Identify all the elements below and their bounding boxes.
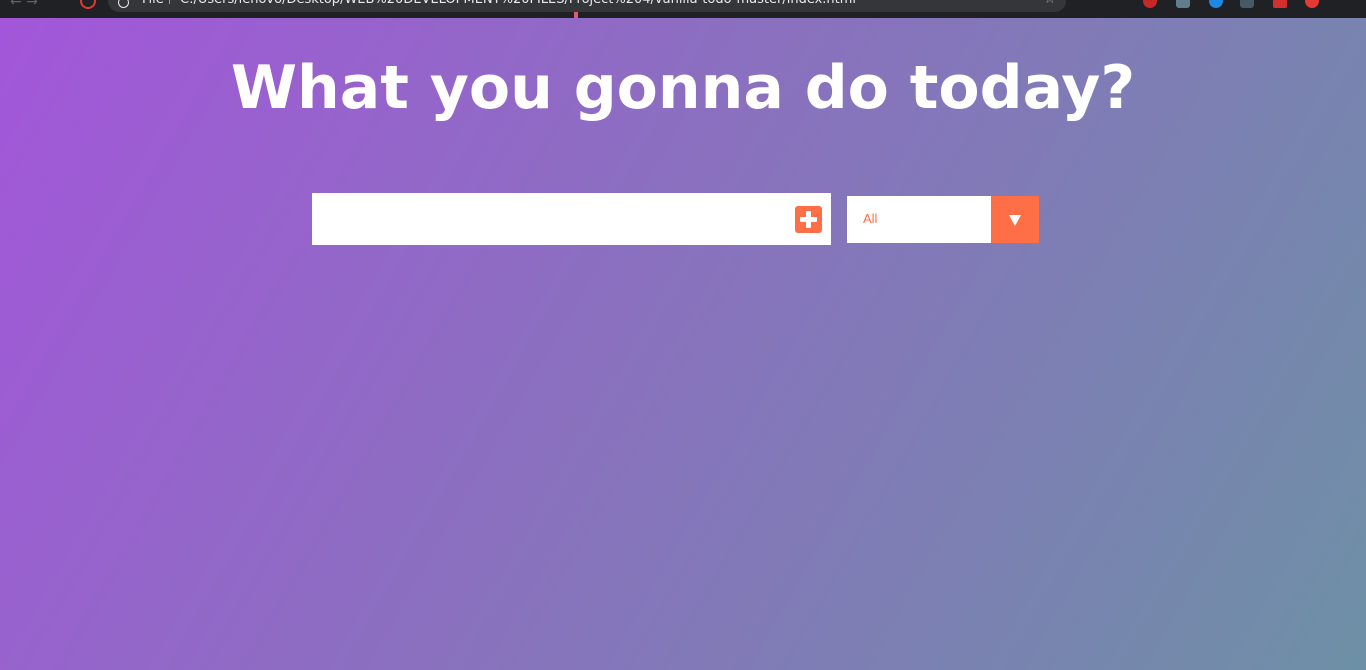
filter-selected-value: All	[863, 211, 878, 226]
plus-icon-vertical	[806, 211, 811, 228]
triangle-down-icon	[1009, 215, 1021, 226]
bookmark-star-icon[interactable]: ☆	[1043, 0, 1056, 7]
extension-icon[interactable]	[1240, 0, 1254, 8]
info-icon[interactable]	[118, 0, 129, 8]
todo-input[interactable]	[312, 193, 831, 245]
pin-extension-icon[interactable]	[1273, 0, 1287, 8]
address-bar[interactable]: File C:/Users/lenovo/Desktop/WEB%20DEVEL…	[108, 0, 1066, 12]
todo-page: What you gonna do today? All	[0, 18, 1366, 670]
filter-dropdown-button[interactable]	[991, 196, 1039, 243]
address-separator	[169, 0, 170, 4]
filter-select[interactable]: All	[847, 196, 1039, 243]
profile-extension-icon[interactable]	[1305, 0, 1319, 8]
adblock-extension-icon[interactable]	[1143, 0, 1157, 8]
shield-extension-icon[interactable]	[1176, 0, 1190, 8]
location-extension-icon[interactable]	[1209, 0, 1223, 8]
page-title: What you gonna do today?	[230, 53, 1136, 123]
protocol-label: File	[142, 0, 164, 8]
url-text[interactable]: C:/Users/lenovo/Desktop/WEB%20DEVELOPMEN…	[180, 0, 856, 8]
browser-toolbar: ← → File C:/Users/lenovo/Desktop/WEB%20D…	[0, 0, 1366, 18]
back-forward-icons[interactable]: ← →	[10, 0, 38, 10]
reload-icon[interactable]	[80, 0, 96, 9]
add-todo-button[interactable]	[795, 206, 822, 233]
